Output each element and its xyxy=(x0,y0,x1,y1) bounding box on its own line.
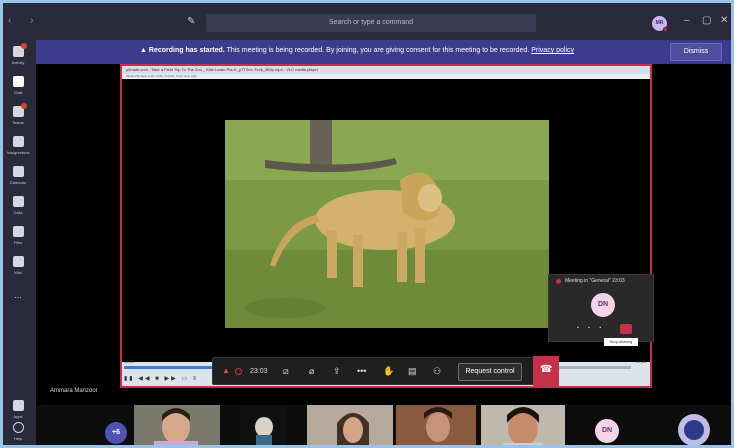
file-icon xyxy=(12,226,24,237)
rail-label: Calls xyxy=(13,210,23,215)
more-actions-icon[interactable]: ••• xyxy=(357,366,366,376)
more-apps-button[interactable]: ... xyxy=(0,290,36,300)
call-timer: 23:03 xyxy=(250,368,268,375)
record-icon xyxy=(235,368,242,375)
mini-controls[interactable]: ▪ ▪ ▪ xyxy=(577,325,605,331)
participants-icon[interactable]: ⚇ xyxy=(433,366,441,377)
raise-hand-icon[interactable]: ✋ xyxy=(383,366,394,377)
phone-icon xyxy=(12,196,24,207)
rail-label: Chat xyxy=(13,90,23,95)
participant-image xyxy=(481,405,565,448)
request-control-button[interactable]: Request control xyxy=(458,363,522,381)
participant-image xyxy=(307,405,393,448)
rail-label: Files xyxy=(13,240,23,245)
avatar[interactable]: MR xyxy=(652,16,668,32)
chat-icon xyxy=(12,76,24,87)
meeting-timer: 23:03 xyxy=(612,278,625,284)
rail-label: Activity xyxy=(11,60,25,65)
privacy-policy-link[interactable]: Privacy policy xyxy=(531,47,574,54)
rail-label: Help xyxy=(13,436,23,441)
app-bar: Activity Chat Teams Assignments Calendar… xyxy=(0,40,36,448)
teams-window: ‹ › ✎ Search or type a command MR – ▢ ✕ … xyxy=(0,0,734,448)
total-time: 07:26 xyxy=(635,359,646,364)
meeting-mini-window[interactable]: Meeting in "General" 23:03 DN ▪ ▪ ▪ xyxy=(548,274,654,342)
recording-banner: ▲ Recording has started. This meeting is… xyxy=(36,40,734,64)
tooltip: Stop sharing xyxy=(604,338,638,346)
participant-image xyxy=(396,405,476,448)
rail-item-wiki[interactable]: Wiki xyxy=(0,256,36,275)
end-call-button[interactable]: ☎ xyxy=(533,356,559,386)
participant-avatar: DN xyxy=(591,293,615,317)
vlc-menu-bar: Media Playback Audio Video Subtitle Tool… xyxy=(122,74,650,79)
maximize-icon[interactable]: ▢ xyxy=(702,15,711,26)
calendar-icon xyxy=(12,166,24,177)
wiki-icon xyxy=(12,256,24,267)
rail-item-calendar[interactable]: Calendar xyxy=(0,166,36,185)
participant-video[interactable] xyxy=(307,405,393,448)
rail-label: Assignments xyxy=(6,150,30,155)
participant-video[interactable] xyxy=(396,405,476,448)
search-input[interactable]: Search or type a command xyxy=(206,14,536,32)
participant-video[interactable] xyxy=(240,405,286,448)
rail-label: Calendar xyxy=(9,180,27,185)
close-icon[interactable]: ✕ xyxy=(720,15,728,26)
minimize-icon[interactable]: – xyxy=(684,15,690,26)
camera-off-icon[interactable]: ⧄ xyxy=(283,366,289,377)
vlc-buttons[interactable]: ▮▮ ◀◀ ■ ▶▶ ▭ ≡ xyxy=(124,375,198,382)
rail-item-activity[interactable]: Activity xyxy=(0,43,36,65)
mic-off-icon[interactable]: ⌀ xyxy=(309,366,314,377)
rail-item-assignments[interactable]: Assignments xyxy=(0,136,36,155)
title-bar: ‹ › ✎ Search or type a command MR – ▢ ✕ xyxy=(0,0,734,40)
vlc-title: y2mate.com - Take a Field Trip To The Zo… xyxy=(126,67,319,72)
chat-icon[interactable]: ▤ xyxy=(408,366,417,377)
warning-icon: ▲ xyxy=(140,47,147,54)
rail-item-apps[interactable]: Apps xyxy=(0,400,36,419)
vlc-title-bar: y2mate.com - Take a Field Trip To The Zo… xyxy=(122,66,650,74)
rail-item-help[interactable]: Help xyxy=(0,422,36,441)
avatar-initials: MR xyxy=(655,20,664,26)
participant-logo-image[interactable] xyxy=(678,414,710,446)
elapsed-time: 06:03 xyxy=(124,359,135,364)
rail-label: Apps xyxy=(13,414,23,419)
rail-label: Wiki xyxy=(14,270,22,275)
warning-icon: ▲ xyxy=(222,366,230,375)
meeting-title: Meeting in "General" xyxy=(565,278,611,284)
apps-icon xyxy=(12,400,24,411)
share-icon[interactable]: ⇪ xyxy=(333,366,341,377)
video-frame xyxy=(225,120,549,328)
meeting-controls: ▲ 23:03 ⧄ ⌀ ⇪ ••• ✋ ▤ ⚇ Request control … xyxy=(212,356,559,386)
notification-badge xyxy=(21,43,27,49)
rail-item-calls[interactable]: Calls xyxy=(0,196,36,215)
help-icon xyxy=(12,422,24,433)
rail-item-teams[interactable]: Teams xyxy=(0,103,36,125)
notification-badge xyxy=(21,103,27,109)
more-participants-badge[interactable]: +6 xyxy=(105,422,127,444)
participant-image xyxy=(134,405,220,448)
participant-video[interactable] xyxy=(134,405,220,448)
mini-window-title: Meeting in "General" 23:03 xyxy=(565,278,625,284)
presenter-name: Ammara Manzoor xyxy=(50,388,98,394)
nav-arrows[interactable]: ‹ › xyxy=(8,15,41,26)
dismiss-button[interactable]: Dismiss xyxy=(670,43,722,61)
recording-dot xyxy=(556,279,561,284)
hang-up-icon: ☎ xyxy=(540,364,553,375)
banner-strong: Recording has started. xyxy=(148,47,225,54)
banner-message: ▲ Recording has started. This meeting is… xyxy=(140,47,574,54)
lion-video-image xyxy=(225,120,549,328)
rail-item-files[interactable]: Files xyxy=(0,226,36,245)
assignments-icon xyxy=(12,136,24,147)
status-dot xyxy=(663,27,668,32)
rail-label: Teams xyxy=(12,120,24,125)
banner-text: This meeting is being recorded. By joini… xyxy=(224,47,530,54)
compose-icon[interactable]: ✎ xyxy=(187,16,195,27)
participant-image xyxy=(240,405,286,448)
participant-video[interactable] xyxy=(481,405,565,448)
participant-avatar[interactable]: DN xyxy=(595,419,619,443)
rail-item-chat[interactable]: Chat xyxy=(0,73,36,95)
hang-up-button[interactable] xyxy=(620,324,632,334)
